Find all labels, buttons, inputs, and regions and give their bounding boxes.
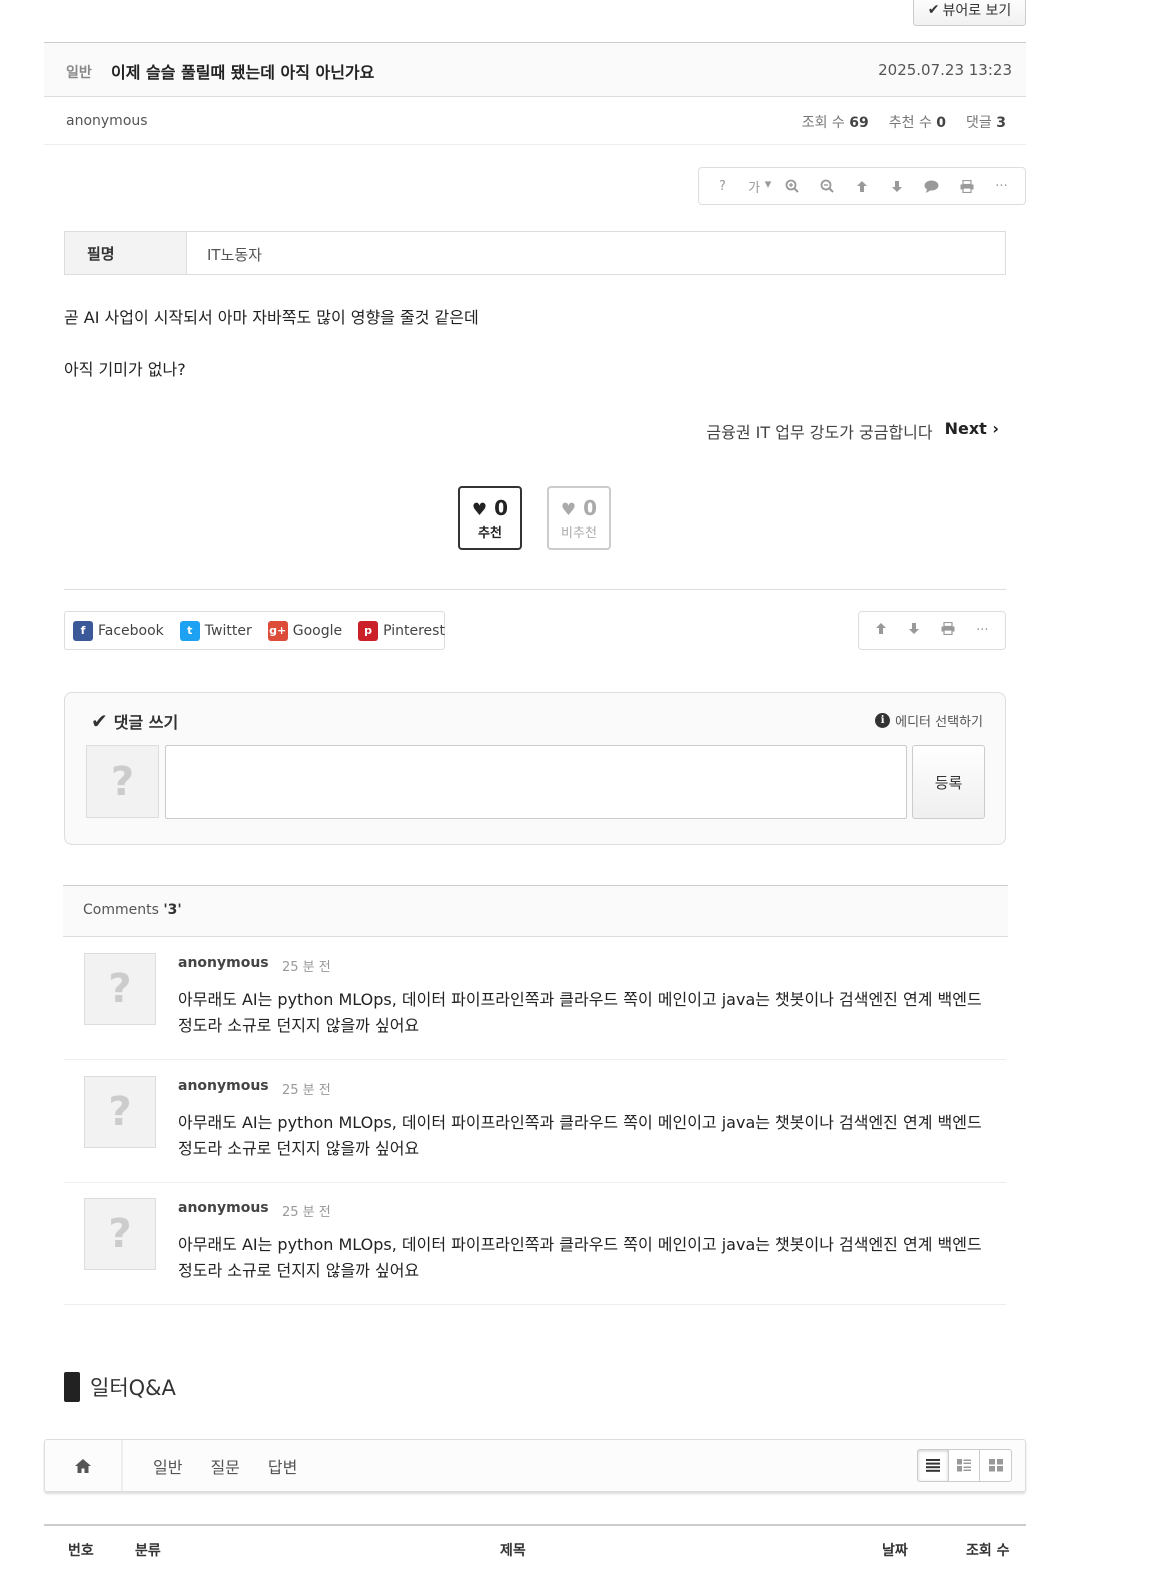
comment-author[interactable]: anonymous	[178, 1078, 269, 1094]
more-icon[interactable]: ···	[987, 179, 1015, 194]
comments-stat: 댓글 3	[966, 115, 1006, 131]
avatar: ?	[84, 1076, 156, 1148]
col-date[interactable]: 날짜	[882, 1540, 908, 1560]
comment-time: 25 분 전	[282, 1083, 331, 1098]
tab-general[interactable]: 일반	[153, 1454, 182, 1478]
views-stat: 조회 수 69	[801, 115, 869, 131]
arrow-up-icon[interactable]	[875, 622, 887, 639]
comment-time: 25 분 전	[282, 960, 331, 975]
comment-icon[interactable]	[918, 180, 946, 193]
post-body-line: 곧 AI 사업이 시작되서 아마 자바쪽도 많이 영향을 줄것 같은데	[64, 308, 479, 327]
post-title[interactable]: 이제 슬슬 풀릴때 됐는데 아직 아닌가요	[111, 59, 374, 83]
comment-form-title: ✔ 댓글 쓰기	[91, 709, 179, 733]
comment-text: 아무래도 AI는 python MLOps, 데이터 파이프라인쪽과 클라우드 …	[178, 1235, 982, 1280]
post-author[interactable]: anonymous	[66, 113, 148, 129]
share-facebook[interactable]: f Facebook	[73, 620, 164, 641]
zoom-out-icon[interactable]	[813, 179, 841, 193]
comment-text: 아무래도 AI는 python MLOps, 데이터 파이프라인쪽과 클라우드 …	[178, 990, 982, 1035]
comment-time: 25 분 전	[282, 1205, 331, 1220]
more-icon[interactable]: ···	[976, 623, 988, 638]
tab-answer[interactable]: 답변	[268, 1454, 297, 1478]
post-body-line: 아직 기미가 없나?	[64, 360, 186, 379]
recommend-label: 추천	[478, 526, 502, 541]
avatar: ?	[84, 953, 156, 1025]
print-icon[interactable]	[953, 179, 981, 193]
chevron-right-icon: ›	[992, 419, 999, 438]
submit-comment-button[interactable]: 등록	[912, 745, 985, 819]
not-recommend-count: 0	[583, 496, 598, 520]
facebook-icon: f	[73, 620, 93, 641]
comment-item: ? anonymous 25 분 전 아무래도 AI는 python MLOps…	[64, 1060, 1006, 1183]
viewer-label: 뷰어로 보기	[942, 3, 1012, 19]
font-size-icon[interactable]: 가 ▾	[743, 177, 771, 196]
col-views[interactable]: 조회 수	[966, 1540, 1010, 1560]
share-bar: f Facebook t Twitter g+ Google p Pintere…	[64, 611, 445, 650]
webzine-view-icon[interactable]	[949, 1450, 980, 1481]
comment-item: ? anonymous 25 분 전 아무래도 AI는 python MLOps…	[64, 1182, 1006, 1305]
home-button[interactable]	[45, 1440, 123, 1491]
share-twitter[interactable]: t Twitter	[179, 620, 252, 641]
extra-field-value: IT노동자	[207, 246, 262, 264]
board-nav: 일반 질문 답변	[44, 1439, 1026, 1492]
help-icon[interactable]: ?	[708, 179, 736, 194]
print-icon[interactable]	[941, 621, 955, 639]
home-icon	[75, 1458, 91, 1473]
share-pinterest[interactable]: p Pinterest	[358, 620, 445, 641]
comment-form: ✔ 댓글 쓰기 i 에디터 선택하기 ? 등록	[64, 692, 1006, 845]
heart-icon: ♥	[471, 500, 488, 520]
not-recommend-label: 비추천	[561, 526, 597, 541]
comment-text: 아무래도 AI는 python MLOps, 데이터 파이프라인쪽과 클라우드 …	[178, 1113, 982, 1158]
extra-field-label: 필명	[65, 232, 187, 274]
comment-item: ? anonymous 25 분 전 아무래도 AI는 python MLOps…	[64, 937, 1006, 1060]
comment-author[interactable]: anonymous	[178, 955, 269, 971]
post-header: 일반 이제 슬슬 풀릴때 됐는데 아직 아닌가요 2025.07.23 13:2…	[44, 42, 1026, 97]
tab-question[interactable]: 질문	[210, 1454, 239, 1478]
heart-icon: ♥	[560, 500, 577, 520]
gallery-view-icon[interactable]	[980, 1450, 1011, 1481]
twitter-icon: t	[179, 620, 200, 641]
title-bar-marker	[64, 1372, 80, 1402]
view-mode-toggle	[917, 1449, 1012, 1482]
col-number[interactable]: 번호	[68, 1540, 94, 1560]
recommend-button[interactable]: ♥ 0 추천	[458, 486, 522, 550]
col-category[interactable]: 분류	[135, 1540, 161, 1560]
zoom-in-icon[interactable]	[778, 179, 806, 193]
post-date: 2025.07.23 13:23	[878, 61, 1012, 79]
check-icon: ✔	[91, 709, 108, 733]
comment-textarea[interactable]	[165, 745, 907, 819]
next-post-link[interactable]: 금융권 IT 업무 강도가 궁금합니다 Next ›	[706, 419, 999, 443]
document-toolbar: ? 가 ▾ ···	[698, 167, 1026, 205]
comments-header: Comments '3'	[63, 885, 1008, 937]
avatar: ?	[84, 1198, 156, 1270]
pinterest-icon: p	[358, 620, 379, 641]
arrow-up-icon[interactable]	[848, 180, 876, 193]
avatar: ?	[86, 745, 159, 818]
list-view-icon[interactable]	[918, 1450, 949, 1481]
arrow-down-icon[interactable]	[883, 180, 911, 193]
post-category[interactable]: 일반	[66, 62, 92, 82]
col-title[interactable]: 제목	[500, 1540, 526, 1560]
recommend-stat: 추천 수 0	[888, 115, 947, 131]
board-title: 일터Q&A	[64, 1372, 176, 1402]
viewer-button[interactable]: ✔ 뷰어로 보기	[913, 0, 1026, 26]
share-google[interactable]: g+ Google	[267, 620, 342, 641]
comment-author[interactable]: anonymous	[178, 1200, 269, 1216]
next-label: Next	[944, 419, 987, 438]
next-post-title: 금융권 IT 업무 강도가 궁금합니다	[706, 423, 933, 442]
divider	[64, 589, 1006, 590]
check-icon: ✔	[927, 2, 940, 18]
post-meta: anonymous 조회 수 69 추천 수 0 댓글 3	[44, 97, 1026, 145]
list-header: 번호 분류 제목 날짜 조회 수	[44, 1524, 1026, 1576]
post-stats: 조회 수 69 추천 수 0 댓글 3	[802, 112, 1006, 132]
info-icon: i	[875, 713, 891, 728]
editor-select-link[interactable]: i 에디터 선택하기	[875, 711, 983, 730]
extra-field-table: 필명 IT노동자	[64, 231, 1006, 275]
recommend-count: 0	[494, 496, 509, 520]
arrow-down-icon[interactable]	[908, 622, 920, 639]
google-plus-icon: g+	[267, 620, 288, 641]
not-recommend-button[interactable]: ♥ 0 비추천	[547, 486, 611, 550]
document-toolbar-bottom: ···	[858, 611, 1006, 650]
